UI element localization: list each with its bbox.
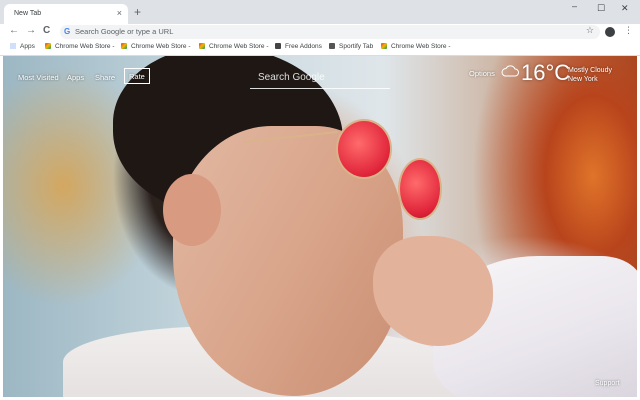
temperature: 16°C xyxy=(521,60,571,85)
omnibox[interactable]: G Search Google or type a URL ☆ xyxy=(60,25,600,39)
forward-icon[interactable]: → xyxy=(26,25,36,36)
minimize-button[interactable]: – xyxy=(572,1,577,11)
free-addons-icon xyxy=(275,43,281,49)
close-window-button[interactable]: ✕ xyxy=(621,3,629,14)
bookmark-label: Apps xyxy=(20,43,35,50)
maximize-button[interactable]: ☐ xyxy=(597,3,605,14)
tab-new-tab[interactable]: New Tab × xyxy=(4,4,128,24)
cloud-icon xyxy=(501,65,519,77)
bookmarks-bar: Apps Chrome Web Store - Chrome Web Store… xyxy=(0,40,640,56)
apps-grid-icon xyxy=(10,43,16,49)
bookmark-sportify-tab[interactable]: Sportify Tab xyxy=(329,43,373,50)
support-link[interactable]: Support xyxy=(595,380,620,387)
reload-icon[interactable]: C xyxy=(43,25,50,36)
google-g-icon: G xyxy=(64,27,71,36)
bookmark-label: Free Addons xyxy=(285,43,322,50)
tab-close-icon[interactable]: × xyxy=(117,8,122,18)
omnibox-placeholder: Search Google or type a URL xyxy=(75,27,174,36)
most-visited-link[interactable]: Most Visited xyxy=(18,73,59,82)
bookmark-apps[interactable]: Apps xyxy=(10,43,35,50)
apps-link[interactable]: Apps xyxy=(67,73,84,82)
share-link[interactable]: Share xyxy=(95,73,115,82)
chrome-menu-icon[interactable]: ⋮ xyxy=(624,25,633,36)
bookmark-label: Sportify Tab xyxy=(339,43,374,50)
sportify-tab-icon xyxy=(329,43,335,49)
browser-toolbar: ← → C G Search Google or type a URL ☆ xyxy=(0,24,640,40)
profile-avatar-icon[interactable] xyxy=(605,27,615,37)
weather-location: New York xyxy=(568,76,598,83)
chrome-web-store-icon xyxy=(121,43,127,49)
search-input[interactable] xyxy=(256,69,390,85)
bookmark-chrome-web-store[interactable]: Chrome Web Store - xyxy=(121,43,190,50)
new-tab-page: Most Visited Apps Share Rate Options 16°… xyxy=(3,56,637,397)
weather-info: Mostly Cloudy New York xyxy=(568,66,612,84)
bookmark-free-addons[interactable]: Free Addons xyxy=(275,43,322,50)
options-link[interactable]: Options xyxy=(469,69,495,78)
rate-button[interactable]: Rate xyxy=(124,68,150,84)
bookmark-label: Chrome Web Store - xyxy=(55,43,115,50)
bookmark-label: Chrome Web Store - xyxy=(209,43,269,50)
new-tab-button[interactable]: + xyxy=(134,5,141,19)
bookmark-label: Chrome Web Store - xyxy=(131,43,191,50)
chrome-web-store-icon xyxy=(199,43,205,49)
bookmark-star-icon[interactable]: ☆ xyxy=(586,25,594,36)
weather-condition: Mostly Cloudy xyxy=(568,67,612,74)
chrome-web-store-icon xyxy=(45,43,51,49)
back-icon[interactable]: ← xyxy=(9,25,19,36)
search-box xyxy=(250,64,390,89)
bookmark-label: Chrome Web Store - xyxy=(391,43,451,50)
bookmark-chrome-web-store[interactable]: Chrome Web Store - xyxy=(199,43,268,50)
bookmark-chrome-web-store[interactable]: Chrome Web Store - xyxy=(45,43,114,50)
bookmark-chrome-web-store[interactable]: Chrome Web Store - xyxy=(381,43,450,50)
chrome-web-store-icon xyxy=(381,43,387,49)
tab-title: New Tab xyxy=(14,10,42,17)
tab-strip: New Tab × + – ☐ ✕ xyxy=(0,0,640,24)
